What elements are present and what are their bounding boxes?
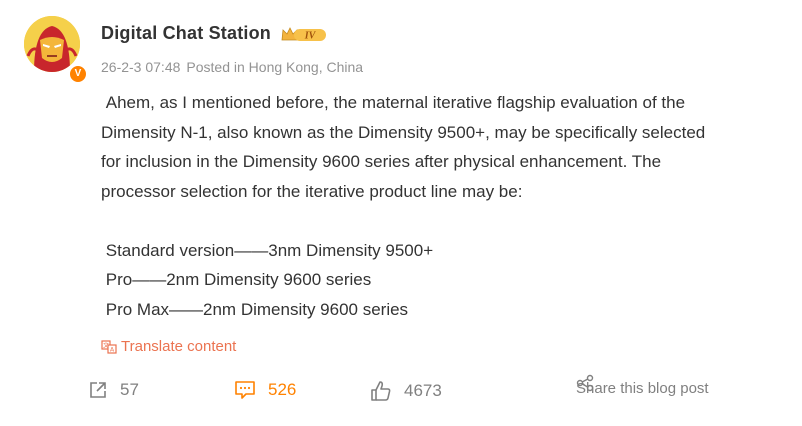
- iron-mask-avatar-icon: [24, 16, 80, 72]
- action-bar: 57 526 4673 Share this blog post: [0, 374, 802, 410]
- body-line: Dimensity N-1, also known as the Dimensi…: [101, 122, 706, 142]
- comment-icon: [235, 381, 255, 399]
- translate-button[interactable]: 文 A Translate content: [101, 338, 236, 355]
- post-body: Ahem, as I mentioned before, the materna…: [101, 88, 781, 324]
- post-meta: 26-2-3 07:48 Posted in Hong Kong, China: [101, 59, 363, 75]
- author-name[interactable]: Digital Chat Station: [101, 23, 271, 44]
- crown-icon: IV: [281, 27, 326, 42]
- post-location: Posted in Hong Kong, China: [186, 59, 364, 75]
- body-line: processor selection for the iterative pr…: [101, 181, 523, 201]
- body-line: Ahem, as I mentioned before, the materna…: [101, 93, 686, 112]
- repost-count: 57: [120, 380, 139, 399]
- verified-badge: V: [68, 64, 88, 84]
- avatar[interactable]: [24, 16, 80, 72]
- like-count: 4673: [404, 381, 442, 400]
- level-text: IV: [304, 31, 317, 42]
- like-button[interactable]: 4673: [370, 380, 442, 402]
- repost-icon: [90, 382, 106, 398]
- repost-button[interactable]: 57: [88, 380, 139, 400]
- post-timestamp[interactable]: 26-2-3 07:48: [101, 59, 180, 75]
- body-blank-line: [101, 206, 781, 236]
- translate-label: Translate content: [121, 338, 237, 355]
- translate-icon: 文 A: [101, 339, 117, 354]
- avatar-container[interactable]: V: [24, 16, 88, 84]
- share-button[interactable]: Share this blog post: [576, 374, 709, 397]
- body-line: for inclusion in the Dimensity 9600 seri…: [101, 152, 662, 171]
- share-icon: [576, 374, 594, 392]
- level-badge[interactable]: IV: [280, 24, 328, 49]
- share-label: Share this blog post: [576, 380, 709, 397]
- comment-button[interactable]: 526: [234, 380, 296, 400]
- body-line: Pro Max——2nm Dimensity 9600 series: [101, 299, 409, 319]
- like-icon: [371, 381, 391, 401]
- body-line: Standard version——3nm Dimensity 9500+: [101, 240, 434, 260]
- comment-count: 526: [268, 380, 297, 399]
- body-line: Pro——2nm Dimensity 9600 series: [101, 270, 372, 289]
